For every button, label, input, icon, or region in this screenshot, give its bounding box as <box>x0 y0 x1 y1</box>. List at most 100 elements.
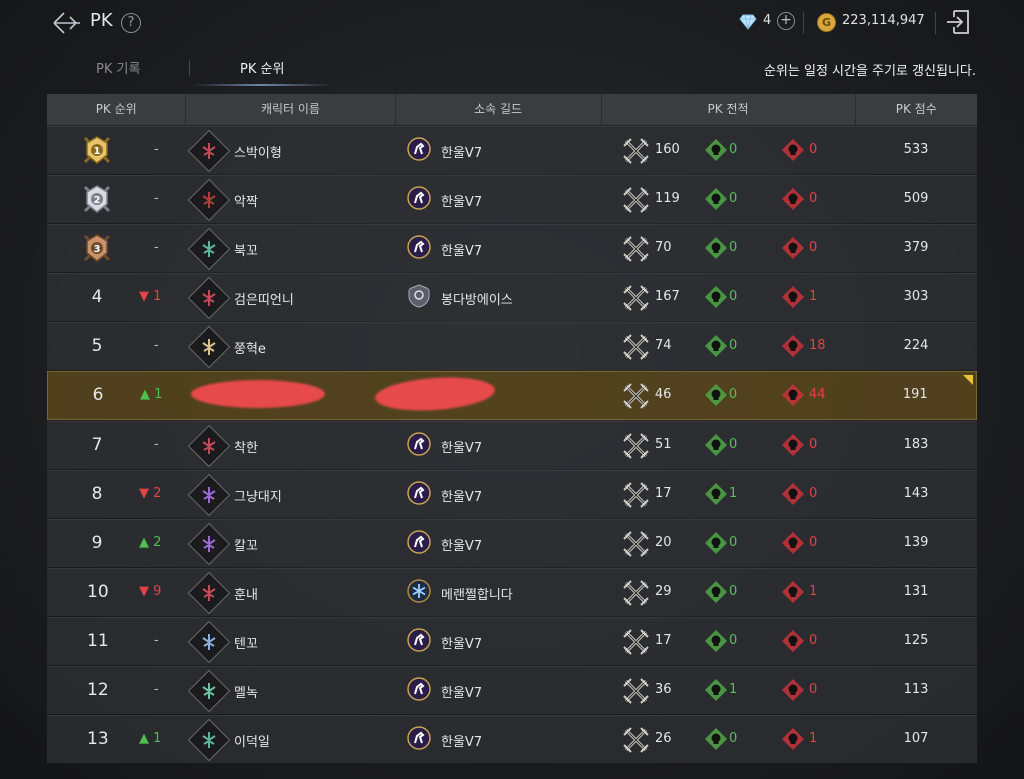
deaths-value: 0 <box>809 437 818 452</box>
record-cell: 46 0 44 <box>601 372 854 419</box>
character-name[interactable]: 검은띠언니 <box>234 289 294 308</box>
guild-name[interactable]: 한울V7 <box>441 682 482 701</box>
record-cell: 17 1 0 <box>601 471 855 518</box>
character-name[interactable]: 이덕일 <box>234 731 270 750</box>
table-row[interactable]: 7- 착한 한울V7 51 0 0 183 <box>47 421 977 469</box>
deaths-value: 1 <box>809 731 818 746</box>
score-value: 107 <box>903 731 929 746</box>
assist-skull-icon <box>704 383 728 411</box>
snowflake-emblem-icon <box>407 579 431 603</box>
column-character: 캐릭터 이름 <box>186 94 396 125</box>
deaths-value: 0 <box>809 142 818 157</box>
record-cell: 51 0 0 <box>601 422 855 469</box>
tab-pk-history[interactable]: PK 기록 <box>96 58 140 77</box>
death-skull-icon <box>781 678 805 706</box>
guild-name[interactable]: 메랜쩔합니다 <box>441 584 513 603</box>
exit-icon[interactable] <box>944 8 972 36</box>
kills-value: 36 <box>655 682 672 697</box>
kills-value: 26 <box>655 731 672 746</box>
guild-name[interactable]: 한울V7 <box>441 486 482 505</box>
death-skull-icon <box>781 334 805 362</box>
table-row[interactable]: 8 ▼ 2 그냥대지 한울V7 17 1 0 143 <box>47 470 977 518</box>
score-cell: 509 <box>855 176 977 223</box>
assists-value: 1 <box>729 682 738 697</box>
character-name[interactable]: 훈내 <box>234 584 258 603</box>
rank-number: 8 <box>91 484 103 504</box>
back-arrow-icon[interactable] <box>52 10 82 36</box>
score-value: 131 <box>903 584 929 599</box>
guild-name[interactable]: 한울V7 <box>441 142 482 161</box>
horse-emblem-icon <box>407 726 431 750</box>
table-row[interactable]: 1- 스박이형 한울V7 160 0 0 533 <box>47 126 977 174</box>
table-row[interactable]: 4 ▼ 1 검은띠언니 봉다방에이스 167 0 1 303 <box>47 273 977 321</box>
character-name[interactable]: 멜녹 <box>234 682 258 701</box>
guild-name[interactable]: 한울V7 <box>441 731 482 750</box>
up-arrow-icon: ▲ <box>139 535 149 550</box>
tab-pk-ranking[interactable]: PK 순위 <box>240 58 284 77</box>
guild-cell <box>395 323 601 370</box>
score-cell: 131 <box>855 569 977 616</box>
character-name[interactable]: 텐꼬 <box>234 633 258 652</box>
guild-name[interactable]: 한울V7 <box>441 191 482 210</box>
assists-value: 0 <box>729 289 738 304</box>
guild-name[interactable]: 봉다방에이스 <box>441 289 513 308</box>
table-row[interactable]: 10 ▼ 9 훈내 메랜쩔합니다 29 0 1 131 <box>47 568 977 616</box>
guild-name[interactable]: 한울V7 <box>441 240 482 259</box>
divider <box>935 12 936 34</box>
assist-skull-icon <box>704 433 728 461</box>
rank-change: ▲ 1 <box>140 387 163 402</box>
character-name[interactable]: 칼꼬 <box>234 535 258 554</box>
record-cell: 74 0 18 <box>601 323 855 370</box>
score-value: 509 <box>903 191 929 206</box>
pk-ranking-table: PK 순위 캐릭터 이름 소속 길드 PK 전적 PK 점수 1- 스박이형 한울V… <box>47 94 977 764</box>
character-name[interactable]: 스박이형 <box>234 142 282 161</box>
add-gems-button[interactable]: + <box>777 12 795 30</box>
table-row[interactable]: 2- 악짝 한울V7 119 0 0 509 <box>47 175 977 223</box>
deaths-value: 1 <box>809 289 818 304</box>
kills-value: 51 <box>655 437 672 452</box>
table-row[interactable]: 9 ▲ 2 칼꼬 한울V7 20 0 0 139 <box>47 519 977 567</box>
death-skull-icon <box>781 482 805 510</box>
assist-skull-icon <box>704 629 728 657</box>
rank-change: ▲ 1 <box>139 731 162 746</box>
guild-cell: 한울V7 <box>395 422 601 469</box>
table-row[interactable]: 3- 북꼬 한울V7 70 0 0 379 <box>47 224 977 272</box>
guild-name[interactable]: 한울V7 <box>441 535 482 554</box>
class-icon <box>202 192 216 208</box>
class-icon <box>202 143 216 159</box>
guild-name[interactable]: 한울V7 <box>441 437 482 456</box>
horse-emblem-icon <box>407 628 431 652</box>
character-name[interactable]: 악짝 <box>234 191 258 210</box>
class-icon <box>202 438 216 454</box>
assists-value: 0 <box>729 142 738 157</box>
assist-skull-icon <box>704 285 728 313</box>
assist-skull-icon <box>704 727 728 755</box>
table-row[interactable]: 5- 쭝혁e 74 0 18 224 <box>47 322 977 370</box>
character-name[interactable]: 북꼬 <box>234 240 258 259</box>
table-row[interactable]: 11- 텐꼬 한울V7 17 0 0 125 <box>47 617 977 665</box>
help-icon[interactable]: ? <box>121 13 141 33</box>
up-arrow-icon: ▲ <box>140 387 150 402</box>
character-cell: 칼꼬 <box>186 520 395 567</box>
table-row[interactable]: 13 ▲ 1 이덕일 한울V7 26 0 1 107 <box>47 715 977 763</box>
rank-change: - <box>154 191 159 206</box>
table-row[interactable]: 6 ▲ 1 46 0 44 191 <box>47 371 977 420</box>
character-name[interactable]: 착한 <box>234 437 258 456</box>
shield-emblem-icon <box>408 284 430 308</box>
column-guild: 소속 길드 <box>396 94 602 125</box>
kills-value: 167 <box>655 289 680 304</box>
character-name[interactable]: 그냥대지 <box>234 486 282 505</box>
crossed-swords-icon <box>623 531 649 561</box>
guild-name[interactable]: 한울V7 <box>441 633 482 652</box>
death-skull-icon <box>781 236 805 264</box>
assist-skull-icon <box>704 236 728 264</box>
deaths-value: 1 <box>809 584 818 599</box>
rank-cell: 10 ▼ 9 <box>47 569 186 616</box>
crossed-swords-icon <box>623 285 649 315</box>
table-row[interactable]: 12 - 멜녹 한울V7 36 1 0 113 <box>47 666 977 714</box>
character-name[interactable]: 쭝혁e <box>234 338 266 357</box>
rank-change: - <box>154 338 159 353</box>
table-body: 1- 스박이형 한울V7 160 0 0 533 2- 악짝 한울V7 119 0 0 509 3- 북꼬 한울… <box>47 126 977 763</box>
column-rank: PK 순위 <box>47 94 187 125</box>
rank-cell: 5- <box>47 323 186 370</box>
